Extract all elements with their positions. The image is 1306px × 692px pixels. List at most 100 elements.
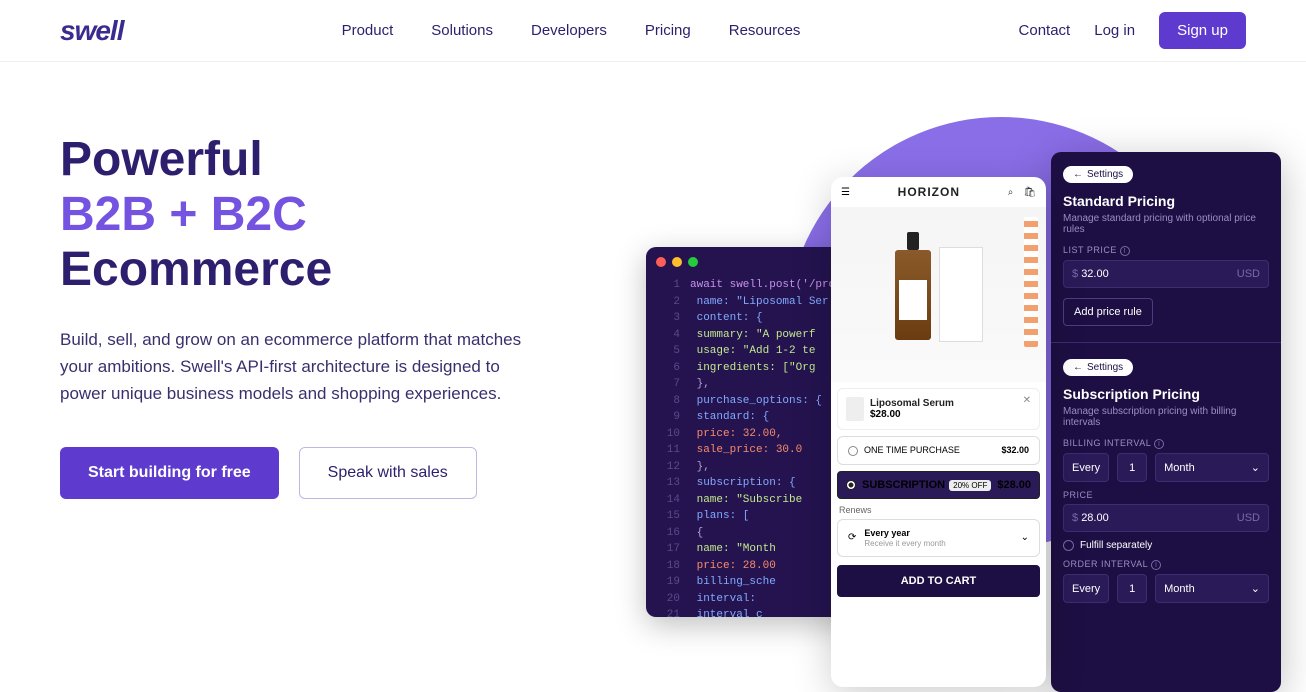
- divider: [1051, 342, 1281, 343]
- nav-product[interactable]: Product: [342, 22, 394, 39]
- bag-icon[interactable]: 🛍: [1023, 187, 1036, 198]
- hero-line1: Powerful: [60, 133, 263, 186]
- interval-count-input[interactable]: 1: [1117, 453, 1147, 482]
- price-value: 28.00: [1081, 512, 1109, 524]
- settings-pill-2[interactable]: Settings: [1063, 359, 1133, 376]
- select-value: Month: [1164, 462, 1195, 474]
- list-price-input[interactable]: $ 32.00 USD: [1063, 260, 1269, 288]
- order-unit-select[interactable]: Month ⌄: [1155, 574, 1269, 603]
- hero-body: Build, sell, and grow on an ecommerce pl…: [60, 326, 540, 408]
- currency-code: USD: [1237, 512, 1260, 524]
- info-icon[interactable]: i: [1151, 560, 1161, 570]
- close-icon[interactable]: ✕: [1023, 395, 1031, 406]
- order-count-input[interactable]: 1: [1117, 574, 1147, 603]
- code-line: price: 28.00: [690, 560, 776, 572]
- code-line: },: [690, 378, 710, 390]
- code-line: await swell.post('/produ: [690, 279, 848, 291]
- chevron-down-icon: ⌄: [1021, 532, 1029, 543]
- standard-pricing-sub: Manage standard pricing with optional pr…: [1063, 213, 1269, 235]
- option-one-time[interactable]: ONE TIME PURCHASE $32.00: [837, 436, 1040, 465]
- billing-interval-label: BILLING INTERVALi: [1063, 438, 1269, 449]
- add-price-rule-button[interactable]: Add price rule: [1063, 298, 1153, 326]
- chevron-down-icon: ⌄: [1251, 582, 1260, 595]
- start-building-button[interactable]: Start building for free: [60, 447, 279, 499]
- traffic-light-close: [656, 257, 666, 267]
- search-icon[interactable]: ⌕: [1008, 187, 1014, 198]
- price-value: 32.00: [1081, 268, 1109, 280]
- bottle-graphic: [895, 250, 931, 340]
- phone-header: ☰ HORIZON ⌕ 🛍: [831, 177, 1046, 207]
- renew-subtitle: Receive it every month: [864, 539, 945, 548]
- price-label: PRICE: [1063, 490, 1269, 500]
- nav-solutions[interactable]: Solutions: [431, 22, 493, 39]
- hero-line3: Ecommerce: [60, 243, 332, 296]
- option-price: $28.00: [997, 479, 1031, 491]
- code-line: billing_sche: [690, 576, 776, 588]
- site-header: swell Product Solutions Developers Prici…: [0, 0, 1306, 62]
- checkbox-label: Fulfill separately: [1080, 540, 1152, 551]
- discount-badge: 20% OFF: [949, 480, 991, 491]
- code-line: price: 32.00,: [690, 428, 782, 440]
- hero: Powerful B2B + B2C Ecommerce Build, sell…: [0, 62, 1306, 499]
- option-label: SUBSCRIPTION: [862, 479, 945, 491]
- code-line: content: {: [690, 312, 763, 324]
- hero-illustration: 1await swell.post('/produ 2 name: "Lipos…: [646, 117, 1286, 657]
- subscription-pricing-sub: Manage subscription pricing with billing…: [1063, 406, 1269, 428]
- code-line: name: "Month: [690, 543, 776, 555]
- code-line: {: [690, 527, 703, 539]
- currency-symbol: $: [1072, 512, 1078, 524]
- nav-right: Contact Log in Sign up: [1019, 12, 1246, 49]
- cta-row: Start building for free Speak with sales: [60, 447, 540, 499]
- code-line: subscription: {: [690, 477, 796, 489]
- code-line: },: [690, 461, 710, 473]
- nav-resources[interactable]: Resources: [729, 22, 801, 39]
- accent-strip: [1024, 217, 1038, 347]
- list-price-label: LIST PRICEi: [1063, 245, 1269, 256]
- code-line: ingredients: ["Org: [690, 362, 815, 374]
- sub-price-input[interactable]: $ 28.00 USD: [1063, 504, 1269, 532]
- chevron-down-icon: ⌄: [1251, 461, 1260, 474]
- logo[interactable]: swell: [60, 15, 123, 47]
- renew-select[interactable]: ⟳ Every year Receive it every month ⌄: [837, 519, 1040, 557]
- interval-unit-select[interactable]: Month ⌄: [1155, 453, 1269, 482]
- nav-center: Product Solutions Developers Pricing Res…: [342, 22, 801, 39]
- nav-pricing[interactable]: Pricing: [645, 22, 691, 39]
- traffic-light-max: [688, 257, 698, 267]
- radio-icon: [846, 480, 856, 490]
- admin-panel: Settings Standard Pricing Manage standar…: [1051, 152, 1281, 692]
- info-icon[interactable]: i: [1120, 246, 1130, 256]
- option-price: $32.00: [1001, 445, 1029, 455]
- currency-symbol: $: [1072, 268, 1078, 280]
- hero-headline: Powerful B2B + B2C Ecommerce: [60, 132, 540, 298]
- nav-developers[interactable]: Developers: [531, 22, 607, 39]
- add-to-cart-button[interactable]: ADD TO CART: [837, 565, 1040, 597]
- box-graphic: [939, 247, 983, 342]
- select-value: Month: [1164, 583, 1195, 595]
- signup-button[interactable]: Sign up: [1159, 12, 1246, 49]
- product-price: $28.00: [870, 409, 954, 420]
- fulfill-separately-checkbox[interactable]: Fulfill separately: [1063, 540, 1269, 551]
- info-icon[interactable]: i: [1154, 439, 1164, 449]
- code-line: purchase_options: {: [690, 395, 822, 407]
- renew-title: Every year: [864, 528, 910, 538]
- product-image: [831, 207, 1046, 382]
- settings-pill[interactable]: Settings: [1063, 166, 1133, 183]
- speak-sales-button[interactable]: Speak with sales: [299, 447, 477, 499]
- thumb-icon: [846, 397, 864, 421]
- product-card: ✕ Liposomal Serum $28.00: [837, 388, 1040, 430]
- subscription-pricing-title: Subscription Pricing: [1063, 386, 1269, 402]
- code-line: summary: "A powerf: [690, 329, 815, 341]
- standard-pricing-title: Standard Pricing: [1063, 193, 1269, 209]
- menu-icon[interactable]: ☰: [841, 187, 850, 198]
- nav-contact[interactable]: Contact: [1019, 22, 1071, 39]
- code-line: name: "Liposomal Ser: [690, 296, 829, 308]
- currency-code: USD: [1237, 268, 1260, 280]
- refresh-icon: ⟳: [848, 532, 856, 543]
- checkbox-icon: [1063, 540, 1074, 551]
- renews-label: Renews: [839, 505, 1038, 515]
- nav-login[interactable]: Log in: [1094, 22, 1135, 39]
- product-name: Liposomal Serum: [870, 398, 954, 409]
- hero-left: Powerful B2B + B2C Ecommerce Build, sell…: [60, 132, 540, 499]
- option-subscription[interactable]: SUBSCRIPTION 20% OFF $28.00: [837, 471, 1040, 499]
- code-line: sale_price: 30.0: [690, 444, 802, 456]
